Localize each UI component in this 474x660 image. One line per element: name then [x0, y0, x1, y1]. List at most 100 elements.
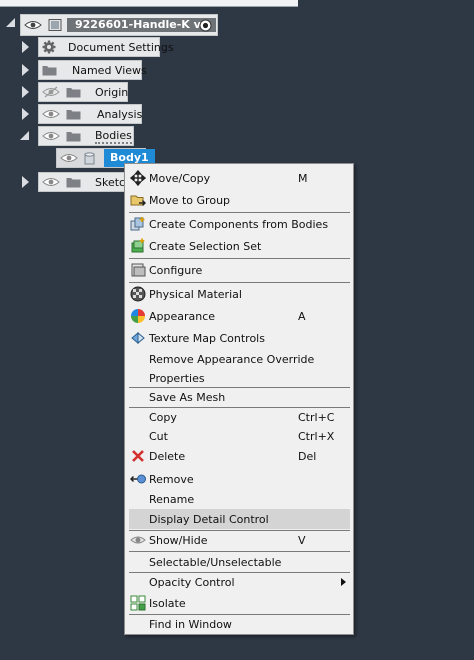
menu-separator: [129, 282, 350, 283]
menu-item-appearance[interactable]: Appearance A: [129, 306, 350, 326]
menu-item-show-hide[interactable]: Show/Hide V: [129, 530, 350, 550]
menu-item-label: Remove: [149, 472, 194, 486]
menu-item-label: Copy: [149, 410, 177, 424]
tree-node-label: Bodies: [95, 128, 132, 144]
menu-item-shortcut: Ctrl+X: [298, 429, 335, 443]
menu-item-properties[interactable]: Properties: [129, 368, 350, 388]
eye-icon[interactable]: [42, 108, 60, 120]
tree-node-label: Named Views: [72, 63, 147, 77]
folder-icon: [66, 110, 81, 120]
tree-node-document-settings[interactable]: Document Settings: [38, 37, 174, 57]
appearance-icon: [131, 309, 145, 323]
menu-item-shortcut: A: [298, 309, 306, 323]
context-menu: Move/Copy M Move to Group Create Compone…: [124, 163, 354, 635]
eye-icon[interactable]: [42, 130, 60, 142]
selection-set-icon: [131, 238, 145, 253]
origin-expander[interactable]: [20, 86, 30, 98]
tree-node-origin[interactable]: Origin: [38, 82, 128, 102]
menu-item-label: Create Components from Bodies: [149, 217, 329, 231]
tree-root-node[interactable]: 9226601-Handle-K v6: [20, 14, 218, 36]
menu-item-texture-map-controls[interactable]: Texture Map Controls: [129, 328, 350, 348]
menu-item-cut[interactable]: Cut Ctrl+X: [129, 426, 350, 446]
menu-item-create-selection-set[interactable]: Create Selection Set: [129, 236, 350, 256]
tree-node-sketches[interactable]: Sketch: [38, 172, 132, 192]
menu-item-shortcut: M: [298, 171, 308, 185]
menu-item-label: Save As Mesh: [149, 390, 226, 404]
menu-item-rename[interactable]: Rename: [129, 489, 350, 509]
menu-separator: [129, 258, 350, 259]
gear-icon: [42, 40, 56, 54]
body-cylinder-icon: [84, 151, 95, 164]
menu-item-save-as-mesh[interactable]: Save As Mesh: [129, 387, 350, 407]
bodies-expander[interactable]: [20, 130, 30, 142]
menu-item-opacity-control[interactable]: Opacity Control: [129, 572, 350, 592]
menu-item-display-detail-control[interactable]: Display Detail Control: [129, 509, 350, 529]
sketches-expander[interactable]: [20, 176, 30, 188]
menu-item-selectable-unselectable[interactable]: Selectable/Unselectable: [129, 552, 350, 572]
create-components-icon: [130, 217, 145, 231]
menu-item-label: Delete: [149, 449, 186, 463]
move-icon: [130, 170, 146, 186]
menu-item-label: Appearance: [149, 309, 216, 323]
menu-item-label: Move/Copy: [149, 171, 211, 185]
remove-icon: [130, 474, 146, 484]
menu-item-shortcut: V: [298, 533, 306, 547]
move-to-group-icon: [130, 195, 146, 206]
menu-item-label: Opacity Control: [149, 575, 235, 589]
menu-item-create-components[interactable]: Create Components from Bodies: [129, 214, 350, 234]
eye-icon[interactable]: [60, 152, 78, 164]
menu-item-label: Display Detail Control: [149, 512, 269, 526]
analysis-expander[interactable]: [20, 108, 30, 120]
menu-item-label: Configure: [149, 263, 203, 277]
physical-material-icon: [130, 286, 146, 302]
tree-node-bodies[interactable]: Bodies: [38, 126, 134, 146]
delete-icon: [132, 450, 144, 462]
tree-node-label: Origin: [95, 85, 129, 99]
folder-icon: [42, 66, 57, 76]
menu-item-isolate[interactable]: Isolate: [129, 593, 350, 613]
menu-item-label: Physical Material: [149, 287, 242, 301]
menu-item-label: Cut: [149, 429, 168, 443]
menu-item-move-to-group[interactable]: Move to Group: [129, 190, 350, 210]
configure-icon: [131, 263, 146, 277]
menu-item-shortcut: Del: [298, 449, 317, 463]
root-label: 9226601-Handle-K v6: [67, 18, 217, 32]
menu-item-shortcut: Ctrl+C: [298, 410, 335, 424]
menu-item-label: Create Selection Set: [149, 239, 262, 253]
menu-item-label: Move to Group: [149, 193, 231, 207]
tree-node-analysis[interactable]: Analysis: [38, 104, 142, 124]
menu-item-label: Texture Map Controls: [149, 331, 265, 345]
eye-icon[interactable]: [42, 176, 60, 188]
menu-item-physical-material[interactable]: Physical Material: [129, 284, 350, 304]
menu-item-label: Isolate: [149, 596, 186, 610]
menu-item-move-copy[interactable]: Move/Copy M: [129, 168, 350, 188]
texture-map-icon: [131, 331, 145, 345]
tree-node-label: Document Settings: [68, 40, 174, 54]
menu-item-find-in-window[interactable]: Find in Window: [129, 614, 350, 634]
menu-item-label: Find in Window: [149, 617, 232, 631]
isolate-icon: [130, 595, 146, 611]
menu-item-remove[interactable]: Remove: [129, 469, 350, 489]
menu-item-delete[interactable]: Delete Del: [129, 446, 350, 466]
menu-item-label: Rename: [149, 492, 195, 506]
menu-item-configure[interactable]: Configure: [129, 260, 350, 280]
menu-item-remove-appearance-override[interactable]: Remove Appearance Override: [129, 349, 350, 369]
root-expander[interactable]: [6, 17, 16, 29]
document-settings-expander[interactable]: [20, 41, 30, 53]
menu-item-label: Remove Appearance Override: [149, 352, 315, 366]
tree-node-named-views[interactable]: Named Views: [38, 60, 147, 80]
folder-icon: [66, 178, 81, 188]
menu-separator: [129, 212, 350, 213]
submenu-arrow-icon: [341, 578, 346, 586]
folder-icon: [66, 88, 81, 98]
tree-node-label: Analysis: [97, 107, 143, 121]
folder-icon: [66, 132, 81, 142]
activate-radio-icon[interactable]: [199, 19, 212, 32]
named-views-expander[interactable]: [20, 64, 30, 76]
menu-item-copy[interactable]: Copy Ctrl+C: [129, 407, 350, 427]
menu-item-label: Selectable/Unselectable: [149, 555, 282, 569]
eye-icon[interactable]: [24, 19, 42, 31]
eye-icon: [130, 536, 146, 544]
menu-item-label: Properties: [149, 371, 205, 385]
eye-hidden-icon[interactable]: [42, 86, 60, 98]
